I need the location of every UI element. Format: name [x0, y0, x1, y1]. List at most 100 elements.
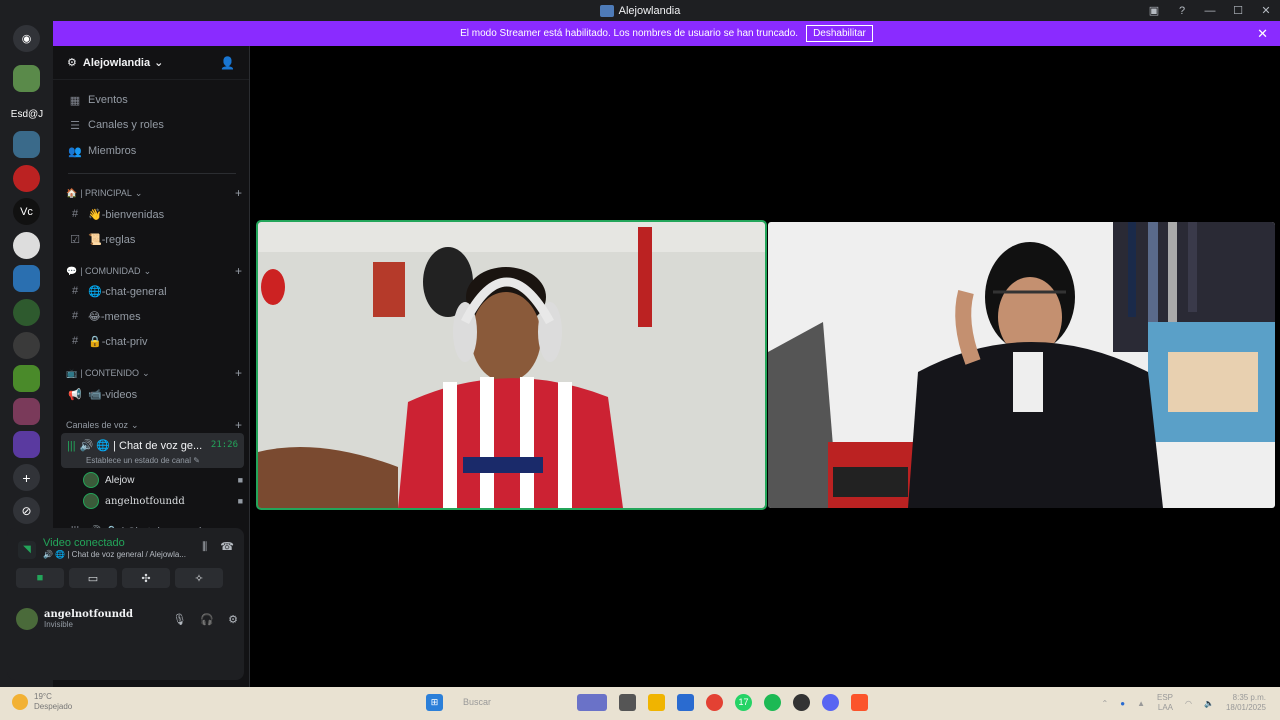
whatsapp-icon[interactable]: 17	[735, 694, 752, 711]
weather-widget[interactable]: 19°C Despejado	[12, 692, 72, 712]
webcam-feed-2	[768, 222, 1275, 508]
server-icon	[599, 4, 614, 17]
discord-home-icon[interactable]: ◉	[13, 25, 40, 52]
channel-label: 📹-videos	[88, 388, 138, 401]
category-comunidad[interactable]: 💬 | COMUNIDAD ⌄ +	[66, 264, 242, 278]
voice-activity-icon: |||	[67, 440, 76, 452]
activities-button[interactable]: ✣	[122, 568, 170, 588]
minimize-button[interactable]: —	[1196, 5, 1224, 17]
windows-start-icon[interactable]: ⊞	[426, 694, 443, 711]
window-title: Alejowlandia	[618, 4, 681, 17]
channel-status[interactable]: Establece un estado de canal ✎	[86, 456, 200, 465]
add-server-icon[interactable]: +	[13, 464, 40, 491]
moon-icon	[12, 694, 28, 710]
voice-member[interactable]: Alejow ■	[83, 470, 243, 490]
tray-app-icon[interactable]: ●	[1120, 699, 1125, 708]
store-icon[interactable]	[677, 694, 694, 711]
close-window-button[interactable]: ✕	[1252, 4, 1280, 17]
invite-icon[interactable]: 👤	[220, 56, 235, 70]
channel-label: 🌐-chat-general	[88, 285, 167, 298]
help-icon[interactable]: ?	[1168, 5, 1196, 17]
add-channel-icon[interactable]: +	[235, 366, 242, 380]
inbox-icon[interactable]: ▣	[1140, 4, 1168, 17]
guild-icon-8[interactable]	[13, 365, 40, 392]
channel-bienvenidas[interactable]: # 👋-bienvenidas	[61, 203, 243, 225]
video-tile[interactable]	[768, 222, 1275, 508]
discord-icon[interactable]	[822, 694, 839, 711]
category-contenido[interactable]: 📺 | CONTENIDO ⌄ +	[66, 366, 242, 380]
settings-icon[interactable]: ⚙	[228, 613, 238, 626]
guild-icon-5[interactable]	[13, 265, 40, 292]
chrome-icon[interactable]	[706, 694, 723, 711]
voice-panel: ◥ Video conectado 🔊 🌐 | Chat de voz gene…	[7, 528, 244, 680]
guild-icon-3[interactable]	[13, 165, 40, 192]
widget-icon[interactable]	[577, 694, 607, 711]
voice-connected-subtitle[interactable]: 🔊 🌐 | Chat de voz general / Alejowla...	[43, 550, 186, 559]
server-name: Alejowlandia	[82, 56, 151, 69]
guild-icon-6[interactable]	[13, 299, 40, 326]
language-indicator[interactable]: ESP LAA	[1157, 693, 1173, 713]
search-input[interactable]: Buscar	[455, 694, 565, 711]
disable-streamer-button[interactable]: Deshabilitar	[806, 25, 873, 42]
nav-channels-roles[interactable]: ☰ Canales y roles	[61, 114, 243, 136]
category-comunidad-label: | COMUNIDAD	[80, 266, 141, 276]
discover-icon[interactable]: ⊘	[13, 497, 40, 524]
file-explorer-icon[interactable]	[648, 694, 665, 711]
weather-temp: 19°C	[34, 692, 52, 701]
voice-member[interactable]: angelnotfoundd ■	[83, 491, 243, 511]
chevron-down-icon: ⌄	[143, 265, 152, 276]
calendar-icon: ▦	[69, 94, 81, 107]
disconnect-icon[interactable]: ☎	[220, 541, 234, 553]
channel-videos[interactable]: 📢 📹-videos	[61, 383, 243, 405]
channel-label: 👋-bienvenidas	[88, 208, 165, 221]
category-principal[interactable]: 🏠 | PRINCIPAL ⌄ +	[66, 186, 242, 200]
guild-icon-2[interactable]	[13, 131, 40, 158]
volume-icon[interactable]: 🔈	[1204, 699, 1214, 708]
task-view-icon[interactable]	[619, 694, 636, 711]
brave-icon[interactable]	[851, 694, 868, 711]
category-principal-label: | PRINCIPAL	[80, 188, 132, 198]
clock[interactable]: 8:35 p.m. 18/01/2025	[1226, 693, 1266, 713]
guild-icon-10[interactable]	[13, 431, 40, 458]
nav-members[interactable]: 👥 Miembros	[61, 140, 243, 162]
maximize-button[interactable]: ☐	[1224, 4, 1252, 17]
app-icon[interactable]	[793, 694, 810, 711]
category-voice[interactable]: Canales de voz ⌄ +	[66, 418, 242, 432]
chevron-down-icon: ⌄	[142, 367, 150, 378]
spotify-icon[interactable]	[764, 694, 781, 711]
channel-memes[interactable]: # 😂-memes	[61, 305, 243, 327]
nav-events[interactable]: ▦ Eventos	[61, 89, 243, 111]
video-tile-speaking[interactable]	[256, 220, 767, 510]
channel-reglas[interactable]: ☑ 📜-reglas	[61, 228, 243, 250]
wifi-icon[interactable]: ◠	[1185, 699, 1192, 708]
guild-vc[interactable]: Vc	[13, 198, 40, 225]
chevron-up-icon[interactable]: ⌃	[1102, 699, 1109, 708]
tray-app-icon-2[interactable]: ▲	[1137, 699, 1145, 708]
guild-esd[interactable]: Esd@J	[10, 101, 44, 128]
soundboard-button[interactable]: ✧	[175, 568, 223, 588]
guild-icon-7[interactable]	[13, 332, 40, 359]
add-channel-icon[interactable]: +	[235, 264, 242, 278]
channel-label: 📜-reglas	[88, 233, 136, 246]
channel-chat-general[interactable]: # 🌐-chat-general	[61, 280, 243, 302]
close-icon[interactable]: ✕	[1257, 26, 1268, 42]
avatar	[83, 493, 99, 509]
channel-chat-priv[interactable]: # 🔒-chat-priv	[61, 330, 243, 352]
noise-suppression-icon[interactable]: ⫼	[202, 541, 207, 553]
signal-icon[interactable]: ◥	[18, 541, 36, 559]
screen-share-button[interactable]: ▭	[69, 568, 117, 588]
guild-icon-1[interactable]	[13, 65, 40, 92]
guild-icon-4[interactable]	[13, 232, 40, 259]
guild-icon-9[interactable]	[13, 398, 40, 425]
microphone-icon[interactable]: 🎙	[172, 613, 186, 626]
add-channel-icon[interactable]: +	[235, 186, 242, 200]
avatar[interactable]	[16, 608, 38, 630]
add-channel-icon[interactable]: +	[235, 418, 242, 432]
headphones-icon[interactable]: 🎧	[200, 613, 214, 626]
voice-action-buttons: ■ ▭ ✣ ✧	[16, 568, 223, 588]
video-stage	[251, 46, 1280, 687]
server-header[interactable]: ⚙ Alejowlandia ⌄ 👤	[53, 46, 249, 80]
camera-button[interactable]: ■	[16, 568, 64, 588]
divider	[68, 173, 236, 174]
voice-channel-active[interactable]: ||| 🔊 🌐 | Chat de voz ge... 21:26 Estable…	[61, 433, 244, 468]
